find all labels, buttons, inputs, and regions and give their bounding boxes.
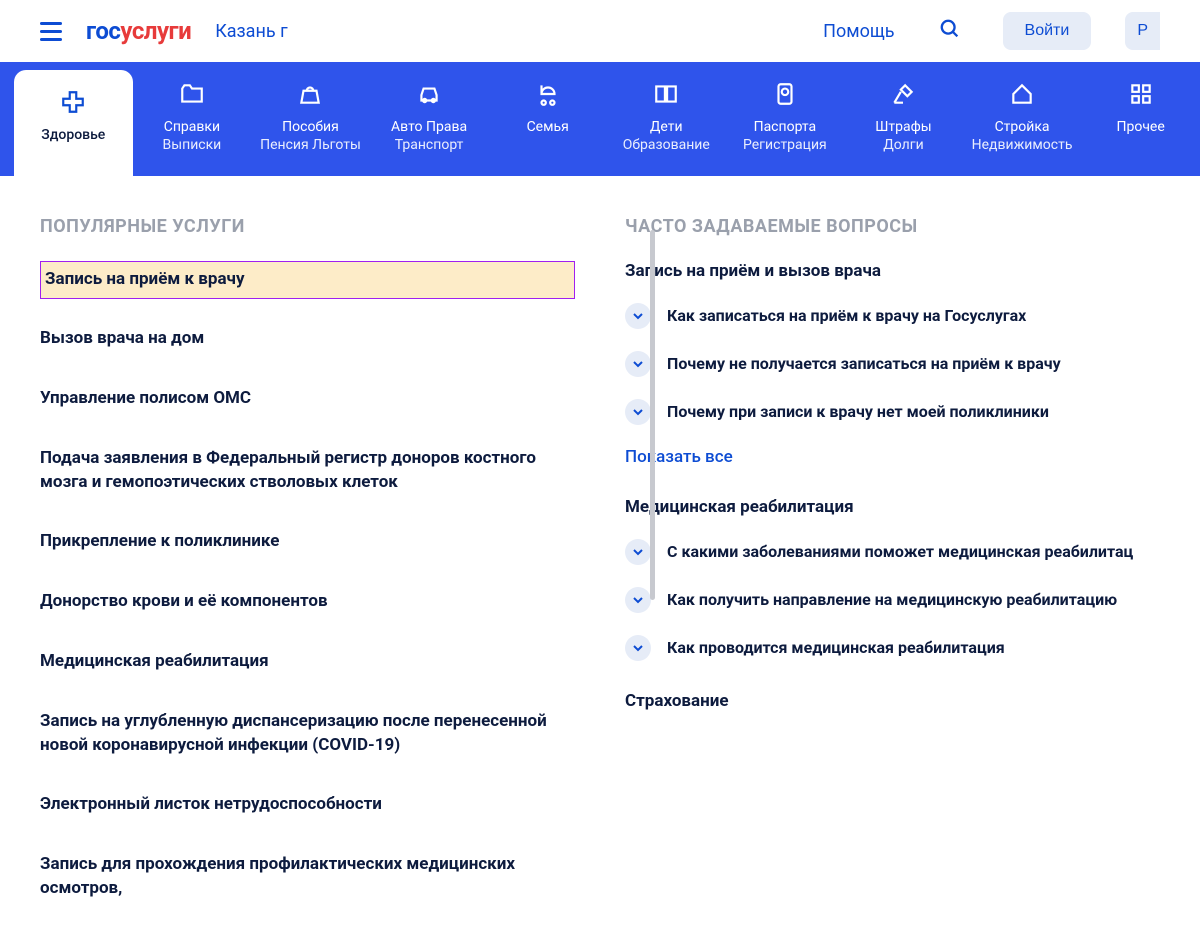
register-button[interactable]: Р (1125, 12, 1160, 50)
show-all-link[interactable]: Показать все (625, 447, 1160, 467)
faq-item[interactable]: Как проводится медицинская реабилитация (625, 635, 1160, 661)
service-item[interactable]: Подача заявления в Федеральный регистр д… (40, 437, 575, 505)
service-item[interactable]: Запись на углубленную диспансеризацию по… (40, 700, 575, 768)
faq-item[interactable]: С какими заболеваниями поможет медицинск… (625, 539, 1160, 565)
popular-title: ПОПУЛЯРНЫЕ УСЛУГИ (40, 216, 575, 237)
help-link[interactable]: Помощь (823, 21, 894, 42)
car-icon (416, 80, 442, 108)
category-auto[interactable]: Авто Права Транспорт (370, 62, 489, 176)
service-item[interactable]: Вызов врача на дом (40, 317, 575, 361)
gavel-icon (890, 80, 916, 108)
service-item[interactable]: Медицинская реабилитация (40, 640, 575, 684)
faq-column: ЧАСТО ЗАДАВАЕМЫЕ ВОПРОСЫ Запись на приём… (605, 216, 1160, 926)
folder-icon (179, 80, 205, 108)
grid-icon (1128, 80, 1154, 108)
chevron-down-icon (625, 539, 651, 565)
login-button[interactable]: Войти (1003, 12, 1092, 50)
service-item[interactable]: Прикрепление к поликлинике (40, 520, 575, 564)
region-selector[interactable]: Казань г (215, 21, 287, 42)
faq-title: ЧАСТО ЗАДАВАЕМЫЕ ВОПРОСЫ (625, 216, 1160, 237)
chevron-down-icon (625, 303, 651, 329)
service-item[interactable]: Управление полисом ОМС (40, 377, 575, 421)
category-family[interactable]: Семья (488, 62, 607, 176)
bag-icon (297, 80, 323, 108)
category-construction[interactable]: Стройка Недвижимость (963, 62, 1082, 176)
chevron-down-icon (625, 635, 651, 661)
popular-services-column: ПОПУЛЯРНЫЕ УСЛУГИ Запись на приём к врач… (40, 216, 575, 926)
category-other[interactable]: Прочее (1081, 62, 1200, 176)
category-nav: Здоровье Справки Выписки Пособия Пенсия … (0, 62, 1200, 176)
faq-item[interactable]: Почему при записи к врачу нет моей полик… (625, 399, 1160, 425)
chevron-down-icon (625, 587, 651, 613)
service-item[interactable]: Запись на приём к врачу (40, 261, 575, 299)
category-health[interactable]: Здоровье (14, 70, 133, 176)
stroller-icon (535, 80, 561, 108)
service-item[interactable]: Запись для прохождения профилактических … (40, 843, 575, 911)
faq-item[interactable]: Как получить направление на медицинскую … (625, 587, 1160, 613)
main-content: ПОПУЛЯРНЫЕ УСЛУГИ Запись на приём к врач… (0, 176, 1200, 926)
service-item[interactable]: Донорство крови и её компонентов (40, 580, 575, 624)
logo[interactable]: госуслуги (86, 17, 191, 45)
faq-group-title: Запись на приём и вызов врача (625, 261, 1160, 281)
faq-group-title: Медицинская реабилитация (625, 497, 1160, 517)
faq-group-title: Страхование (625, 691, 1160, 711)
category-passport[interactable]: Паспорта Регистрация (726, 62, 845, 176)
category-docs[interactable]: Справки Выписки (133, 62, 252, 176)
category-benefits[interactable]: Пособия Пенсия Льготы (251, 62, 370, 176)
house-icon (1009, 80, 1035, 108)
service-item[interactable]: Электронный листок нетрудоспособности (40, 783, 575, 827)
scrollbar[interactable] (650, 230, 655, 600)
chevron-down-icon (625, 399, 651, 425)
hamburger-menu-icon[interactable] (40, 22, 62, 41)
faq-item[interactable]: Почему не получается записаться на приём… (625, 351, 1160, 377)
book-icon (653, 80, 679, 108)
passport-icon (772, 80, 798, 108)
search-icon[interactable] (939, 18, 961, 44)
category-fines[interactable]: Штрафы Долги (844, 62, 963, 176)
header: госуслуги Казань г Помощь Войти Р (0, 0, 1200, 62)
faq-item[interactable]: Как записаться на приём к врачу на Госус… (625, 303, 1160, 329)
chevron-down-icon (625, 351, 651, 377)
health-icon (60, 88, 86, 116)
category-children[interactable]: Дети Образование (607, 62, 726, 176)
